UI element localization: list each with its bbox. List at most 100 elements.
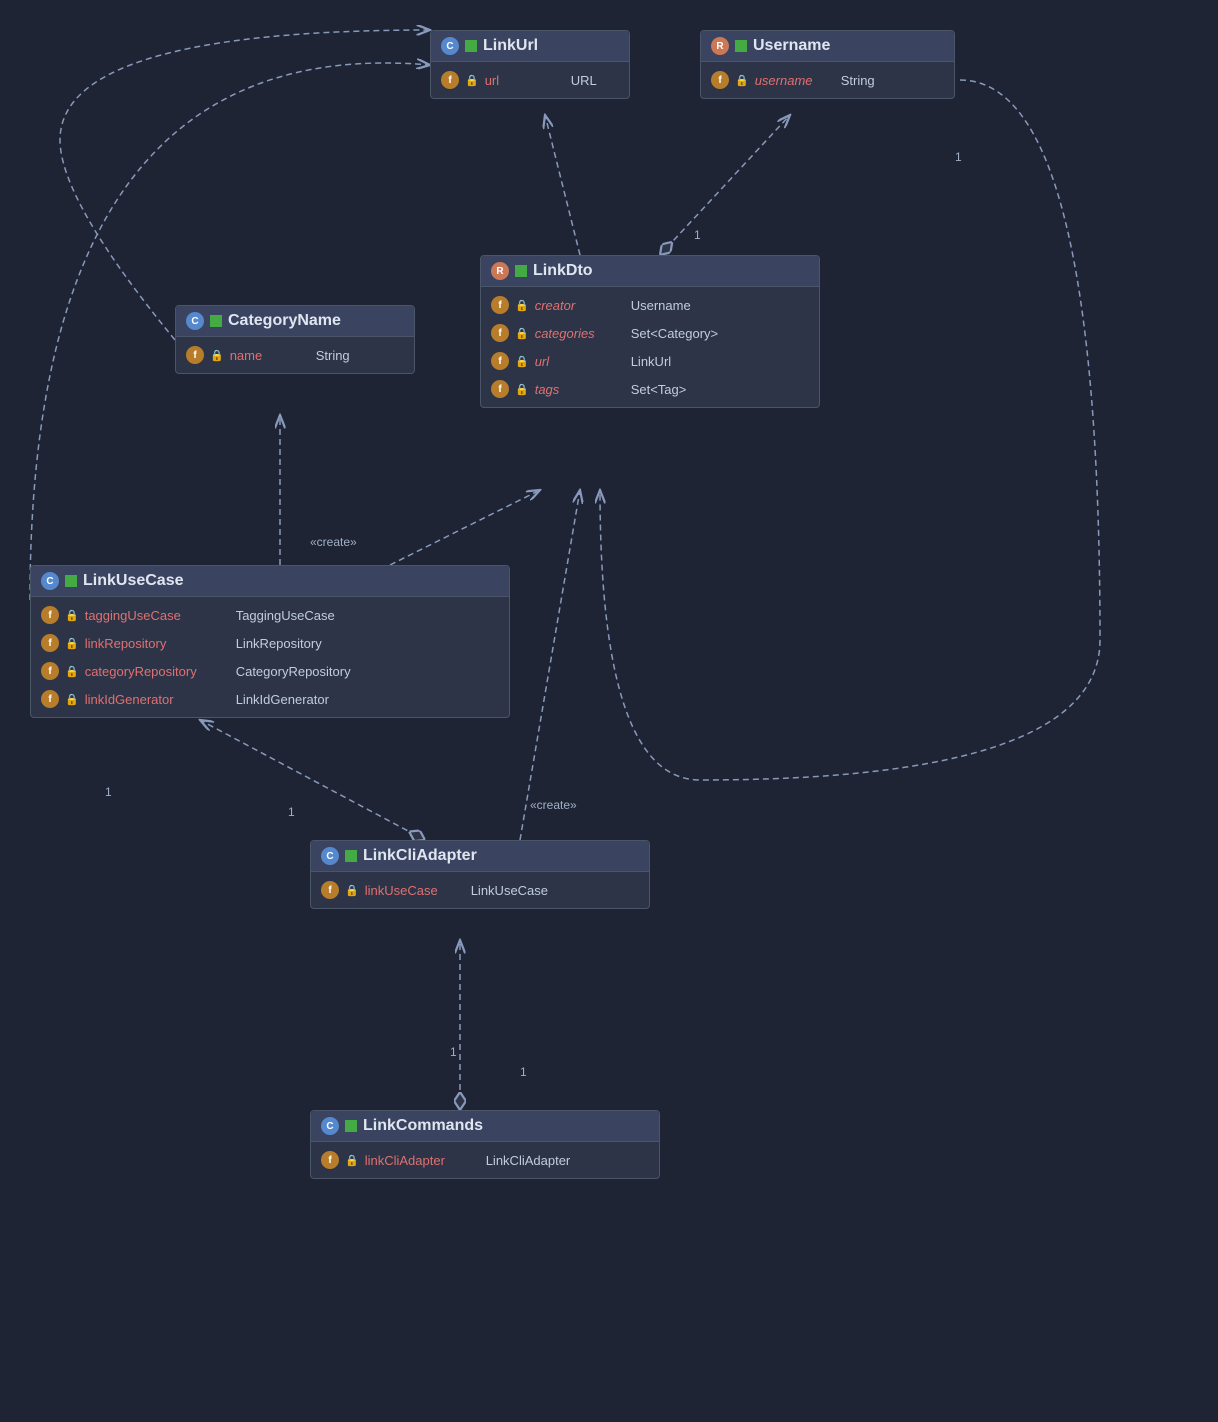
number-label-1e: 1 xyxy=(694,228,701,242)
field-icon-f: f xyxy=(491,296,509,314)
field-name-url: url xyxy=(485,73,565,88)
field-url-linkdto: f 🔒 url LinkUrl xyxy=(481,347,819,375)
stereotype-icon-c: C xyxy=(186,312,204,330)
field-taggingusecase: f 🔒 taggingUseCase TaggingUseCase xyxy=(31,601,509,629)
class-linkurl-title: LinkUrl xyxy=(483,37,538,55)
field-name-linkusecase: linkUseCase xyxy=(365,883,465,898)
field-icon-f: f xyxy=(711,71,729,89)
stereotype-icon-c: C xyxy=(321,847,339,865)
class-linkurl-header: C LinkUrl xyxy=(431,31,629,62)
field-icon-f: f xyxy=(441,71,459,89)
stereotype-icon-r: R xyxy=(491,262,509,280)
field-categoryrepository: f 🔒 categoryRepository CategoryRepositor… xyxy=(31,657,509,685)
field-icon-f: f xyxy=(41,606,59,624)
lock-icon: 🔒 xyxy=(735,74,749,87)
class-categoryname-fields: f 🔒 name String xyxy=(176,337,414,373)
class-linkcli-fields: f 🔒 linkUseCase LinkUseCase xyxy=(311,872,649,908)
field-username: f 🔒 username String xyxy=(701,66,954,94)
field-type-tags: Set<Tag> xyxy=(631,382,687,397)
field-linkidgenerator: f 🔒 linkIdGenerator LinkIdGenerator xyxy=(31,685,509,713)
lock-icon: 🔒 xyxy=(465,74,479,87)
class-linkdto-header: R LinkDto xyxy=(481,256,819,287)
field-name-categories: categories xyxy=(535,326,625,341)
field-linkrepository: f 🔒 linkRepository LinkRepository xyxy=(31,629,509,657)
field-type-name: String xyxy=(316,348,350,363)
visibility-icon xyxy=(735,40,747,52)
stereotype-icon-c: C xyxy=(41,572,59,590)
field-name-tags: tags xyxy=(535,382,625,397)
number-label-1f: 1 xyxy=(955,150,962,164)
class-linkdto-fields: f 🔒 creator Username f 🔒 categories Set<… xyxy=(481,287,819,407)
visibility-icon xyxy=(465,40,477,52)
field-icon-f: f xyxy=(321,1151,339,1169)
class-linkdto: R LinkDto f 🔒 creator Username f 🔒 categ… xyxy=(480,255,820,408)
class-username: R Username f 🔒 username String xyxy=(700,30,955,99)
field-type-linkrepository: LinkRepository xyxy=(236,636,322,651)
field-icon-f: f xyxy=(186,346,204,364)
field-type-url: URL xyxy=(571,73,597,88)
field-type-linkidgenerator: LinkIdGenerator xyxy=(236,692,329,707)
visibility-icon xyxy=(210,315,222,327)
field-type-linkusecase: LinkUseCase xyxy=(471,883,548,898)
field-linkcli: f 🔒 linkCliAdapter LinkCliAdapter xyxy=(311,1146,659,1174)
field-url: f 🔒 url URL xyxy=(431,66,629,94)
class-linkcommands-header: C LinkCommands xyxy=(311,1111,659,1142)
lock-icon: 🔒 xyxy=(65,609,79,622)
class-linkusecase-fields: f 🔒 taggingUseCase TaggingUseCase f 🔒 li… xyxy=(31,597,509,717)
field-icon-f: f xyxy=(41,690,59,708)
class-linkcommands-title: LinkCommands xyxy=(363,1117,483,1135)
field-name-creator: creator xyxy=(535,298,625,313)
field-type-url2: LinkUrl xyxy=(631,354,671,369)
class-linkcommands: C LinkCommands f 🔒 linkCliAdapter LinkCl… xyxy=(310,1110,660,1179)
stereotype-icon-c: C xyxy=(441,37,459,55)
class-linkusecase-header: C LinkUseCase xyxy=(31,566,509,597)
field-icon-f: f xyxy=(491,352,509,370)
number-label-1c: 1 xyxy=(450,1045,457,1059)
lock-icon: 🔒 xyxy=(210,349,224,362)
field-type-categoryrepository: CategoryRepository xyxy=(236,664,351,679)
lock-icon: 🔒 xyxy=(65,637,79,650)
field-name-categoryrepository: categoryRepository xyxy=(85,664,230,679)
field-icon-f: f xyxy=(491,380,509,398)
visibility-icon xyxy=(515,265,527,277)
field-categories: f 🔒 categories Set<Category> xyxy=(481,319,819,347)
class-linkcli: C LinkCliAdapter f 🔒 linkUseCase LinkUse… xyxy=(310,840,650,909)
visibility-icon xyxy=(345,850,357,862)
class-username-fields: f 🔒 username String xyxy=(701,62,954,98)
field-type-taggingusecase: TaggingUseCase xyxy=(236,608,335,623)
lock-icon: 🔒 xyxy=(515,327,529,340)
class-linkcli-header: C LinkCliAdapter xyxy=(311,841,649,872)
class-linkdto-title: LinkDto xyxy=(533,262,593,280)
field-icon-f: f xyxy=(321,881,339,899)
lock-icon: 🔒 xyxy=(515,355,529,368)
field-type-categories: Set<Category> xyxy=(631,326,718,341)
visibility-icon xyxy=(65,575,77,587)
lock-icon: 🔒 xyxy=(65,665,79,678)
field-name-username: username xyxy=(755,73,835,88)
number-label-1a: 1 xyxy=(105,785,112,799)
field-name-linkcli: linkCliAdapter xyxy=(365,1153,480,1168)
class-username-title: Username xyxy=(753,37,830,55)
field-name: f 🔒 name String xyxy=(176,341,414,369)
class-linkusecase: C LinkUseCase f 🔒 taggingUseCase Tagging… xyxy=(30,565,510,718)
field-icon-f: f xyxy=(41,662,59,680)
class-linkcli-title: LinkCliAdapter xyxy=(363,847,477,865)
class-categoryname: C CategoryName f 🔒 name String xyxy=(175,305,415,374)
lock-icon: 🔒 xyxy=(515,383,529,396)
class-categoryname-title: CategoryName xyxy=(228,312,341,330)
field-type-creator: Username xyxy=(631,298,691,313)
field-name-linkrepository: linkRepository xyxy=(85,636,230,651)
field-name-linkidgenerator: linkIdGenerator xyxy=(85,692,230,707)
field-icon-f: f xyxy=(41,634,59,652)
visibility-icon xyxy=(345,1120,357,1132)
field-tags: f 🔒 tags Set<Tag> xyxy=(481,375,819,403)
lock-icon: 🔒 xyxy=(515,299,529,312)
stereotype-icon-r: R xyxy=(711,37,729,55)
field-creator: f 🔒 creator Username xyxy=(481,291,819,319)
class-username-header: R Username xyxy=(701,31,954,62)
lock-icon: 🔒 xyxy=(345,1154,359,1167)
number-label-1d: 1 xyxy=(520,1065,527,1079)
lock-icon: 🔒 xyxy=(345,884,359,897)
create-label-1: «create» xyxy=(310,535,357,549)
field-name-url2: url xyxy=(535,354,625,369)
